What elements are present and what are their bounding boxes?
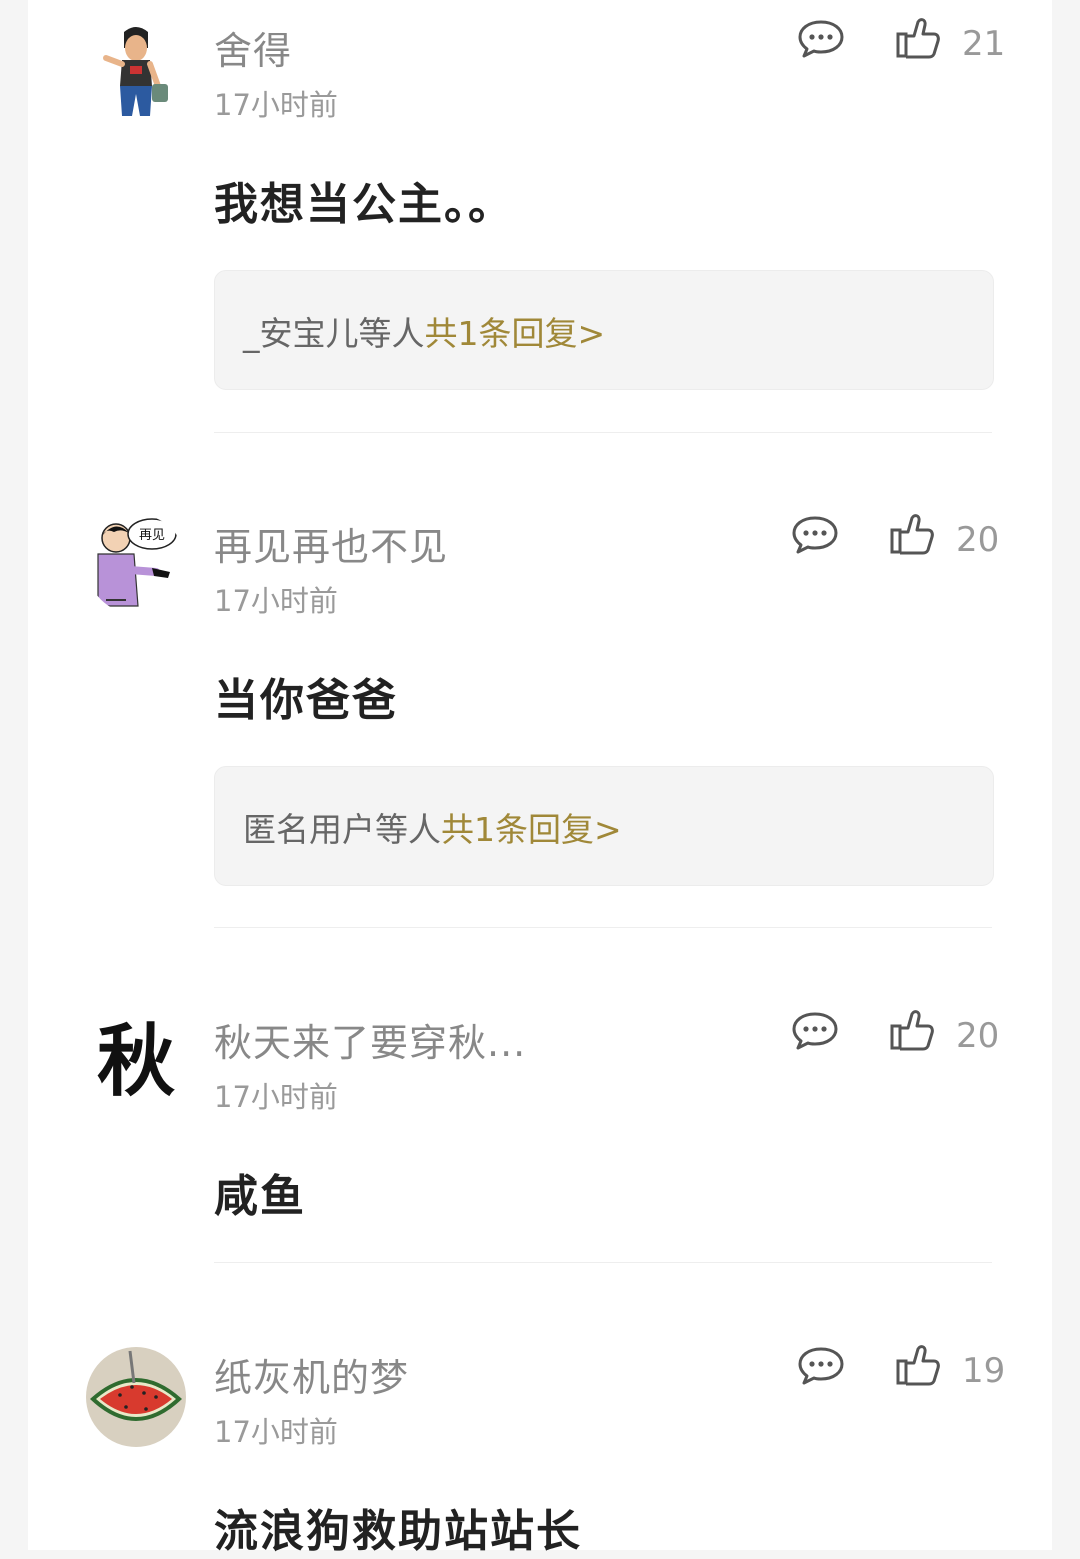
like-count: 19	[962, 1351, 1006, 1391]
avatar-cartoon-man-image	[86, 18, 186, 118]
comment-timestamp: 17小时前	[214, 1415, 338, 1449]
comment-timestamp: 17小时前	[214, 584, 338, 618]
avatar-cartoon-gun-image: 再见	[86, 514, 186, 614]
avatar[interactable]: 秋	[86, 1010, 186, 1110]
comment-list: 舍得 17小时前 21 我想当公主。。 _安宝儿等人共1条回复> 再见 再见再也…	[28, 0, 1052, 1557]
avatar-watermelon-image	[86, 1347, 186, 1447]
comment-author-name[interactable]: 秋天来了要穿秋...	[214, 1012, 526, 1067]
avatar-glyph: 秋	[97, 1016, 175, 1107]
avatar[interactable]: 再见	[86, 514, 186, 614]
comment-text: 流浪狗救助站站长	[214, 1506, 582, 1557]
comment-text: 咸鱼	[214, 1171, 306, 1222]
speech-bubble-icon[interactable]	[790, 514, 840, 556]
thumbs-up-icon[interactable]	[888, 1008, 936, 1052]
like-count: 21	[962, 24, 1006, 64]
reply-preview-text: _安宝儿等人共1条回复>	[243, 307, 605, 355]
reply-users: 匿名用户等人	[243, 810, 441, 849]
like-count: 20	[956, 1016, 1000, 1056]
reply-total-link[interactable]: 共1条回复>	[441, 810, 622, 849]
divider	[214, 927, 992, 928]
thumbs-up-icon[interactable]	[894, 1343, 942, 1387]
reply-total-link[interactable]: 共1条回复>	[425, 314, 606, 353]
reply-preview-link[interactable]: _安宝儿等人共1条回复>	[214, 270, 994, 390]
comment-text: 我想当公主。。	[214, 179, 514, 230]
speech-bubble-icon[interactable]	[790, 1010, 840, 1052]
reply-preview-text: 匿名用户等人共1条回复>	[243, 803, 622, 851]
divider	[214, 1262, 992, 1263]
reply-users: _安宝儿等人	[243, 314, 425, 353]
like-count: 20	[956, 520, 1000, 560]
avatar-caption: 再见	[139, 528, 165, 543]
thumbs-up-icon[interactable]	[894, 16, 942, 60]
comment-author-name[interactable]: 纸灰机的梦	[214, 1347, 409, 1402]
speech-bubble-icon[interactable]	[796, 1345, 846, 1387]
thumbs-up-icon[interactable]	[888, 512, 936, 556]
speech-bubble-icon[interactable]	[796, 18, 846, 60]
divider	[214, 432, 992, 433]
reply-preview-link[interactable]: 匿名用户等人共1条回复>	[214, 766, 994, 886]
comment-timestamp: 17小时前	[214, 88, 338, 122]
avatar[interactable]	[86, 18, 186, 118]
comment-author-name[interactable]: 再见再也不见	[214, 516, 448, 571]
comment-author-name[interactable]: 舍得	[214, 20, 292, 75]
comment-text: 当你爸爸	[214, 675, 398, 726]
avatar-calligraphy-image: 秋	[86, 1010, 186, 1110]
comment-timestamp: 17小时前	[214, 1080, 338, 1114]
avatar[interactable]	[86, 1347, 186, 1447]
